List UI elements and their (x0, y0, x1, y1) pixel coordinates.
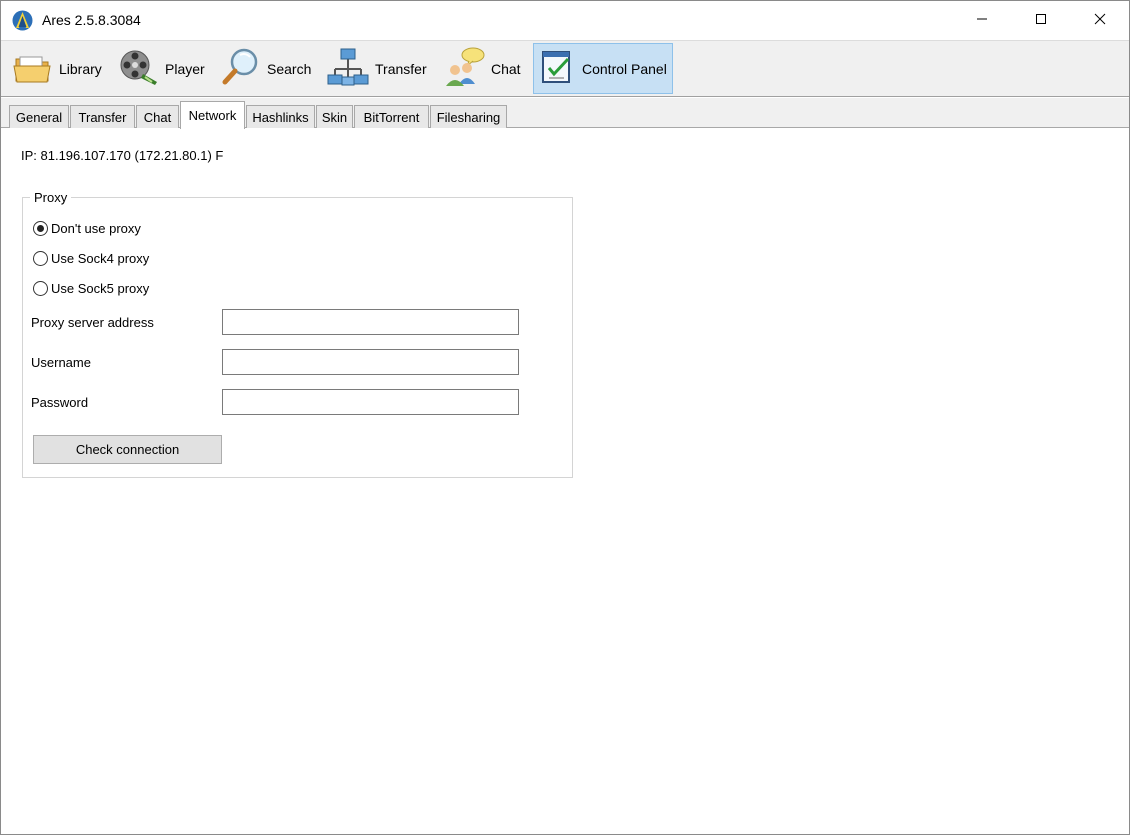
film-reel-icon (119, 48, 159, 89)
password-label: Password (31, 395, 89, 410)
tab-transfer[interactable]: Transfer (70, 105, 135, 128)
toolbar-player-label: Player (165, 60, 205, 77)
control-panel-icon (540, 48, 576, 89)
toolbar-search-button[interactable]: Search (215, 43, 315, 94)
radio-button-selected[interactable] (33, 221, 48, 236)
toolbar-control-panel-label: Control Panel (582, 60, 667, 77)
radio-sock5-proxy[interactable]: Use Sock5 proxy (33, 281, 149, 296)
radio-no-proxy[interactable]: Don't use proxy (33, 221, 141, 236)
magnifier-icon (221, 47, 261, 90)
toolbar-chat-button[interactable]: Chat (437, 43, 529, 94)
radio-sock4-label: Use Sock4 proxy (51, 251, 150, 266)
close-icon (1094, 13, 1106, 28)
radio-no-proxy-label: Don't use proxy (51, 221, 141, 236)
tab-skin[interactable]: Skin (316, 105, 353, 128)
username-label: Username (31, 355, 91, 370)
toolbar-player-button[interactable]: Player (113, 43, 209, 94)
tab-network[interactable]: Network (180, 101, 245, 129)
title-bar: Ares 2.5.8.3084 (1, 1, 1129, 40)
maximize-icon (1035, 13, 1047, 28)
tab-hashlinks[interactable]: Hashlinks (246, 105, 315, 128)
toolbar-library-button[interactable]: Library (7, 43, 107, 94)
password-input[interactable] (222, 389, 519, 415)
toolbar-control-panel-button[interactable]: Control Panel (533, 43, 673, 94)
minimize-icon (976, 13, 988, 28)
close-button[interactable] (1071, 1, 1129, 40)
tab-bittorrent[interactable]: BitTorrent (354, 105, 429, 128)
username-input[interactable] (222, 349, 519, 375)
tab-chat[interactable]: Chat (136, 105, 179, 128)
settings-tab-strip: General Transfer Chat Network Hashlinks … (1, 98, 1129, 129)
minimize-button[interactable] (953, 1, 1011, 40)
proxy-group-label: Proxy (30, 190, 72, 205)
ip-address-text: IP: 81.196.107.170 (172.21.80.1) F (21, 148, 224, 163)
maximize-button[interactable] (1012, 1, 1070, 40)
radio-sock5-label: Use Sock5 proxy (51, 281, 150, 296)
toolbar-library-label: Library (59, 60, 102, 77)
proxy-server-address-input[interactable] (222, 309, 519, 335)
toolbar-transfer-label: Transfer (375, 60, 427, 77)
toolbar-search-label: Search (267, 60, 312, 77)
radio-sock4-proxy[interactable]: Use Sock4 proxy (33, 251, 149, 266)
proxy-server-address-label: Proxy server address (31, 315, 154, 330)
radio-button[interactable] (33, 281, 48, 296)
tab-filesharing[interactable]: Filesharing (430, 105, 507, 128)
folder-icon (13, 49, 53, 88)
window-title: Ares 2.5.8.3084 (42, 12, 141, 28)
main-toolbar: Library Player Search Transfer Chat Cont… (1, 40, 1129, 97)
toolbar-transfer-button[interactable]: Transfer (321, 43, 431, 94)
toolbar-chat-label: Chat (491, 60, 521, 77)
tab-general[interactable]: General (9, 105, 69, 128)
app-window: Ares 2.5.8.3084 Library Player Search Tr… (0, 0, 1130, 835)
radio-button[interactable] (33, 251, 48, 266)
network-icon (327, 47, 369, 90)
check-connection-button[interactable]: Check connection (33, 435, 222, 464)
chat-users-icon (443, 46, 485, 91)
ares-logo-icon (12, 10, 33, 31)
